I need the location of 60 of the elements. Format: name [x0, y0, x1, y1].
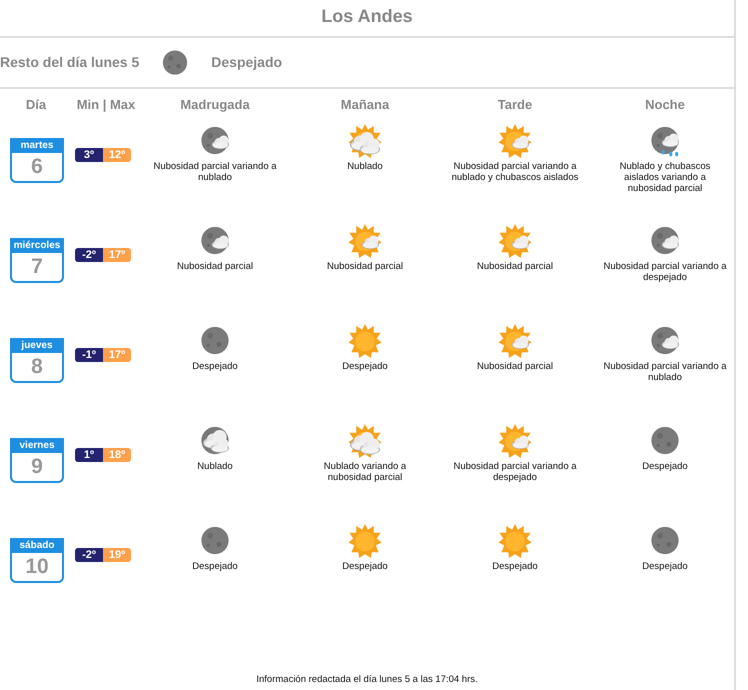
day-number: 9 [30, 454, 44, 480]
sun-cloud-icon [347, 222, 383, 258]
day-number: 7 [30, 254, 44, 280]
forecast-text: Despejado [191, 360, 239, 372]
min-temperature: -2º [75, 548, 103, 562]
sun-cloud-icon [497, 222, 533, 258]
rest-of-day-label: Resto del día lunes 5 [0, 53, 140, 72]
forecast-text: Nubosidad parcial variando a nublado [152, 160, 278, 182]
forecast-text: Nubosidad parcial [476, 360, 554, 372]
weekday-label: jueves [12, 338, 62, 352]
day-number: 6 [30, 154, 44, 180]
condition-text: Despejado [211, 53, 282, 72]
forecast-text: Nubosidad parcial [476, 260, 554, 272]
sun-cloud-icon [497, 122, 533, 158]
forecast-text: Nubosidad parcial [176, 260, 254, 272]
min-temperature: -2º [75, 248, 103, 262]
forecast-text: Nubosidad parcial [326, 260, 404, 272]
day-number: 8 [30, 354, 44, 380]
forecast-text: Nubosidad parcial variando a nublado y chubascos aislados [451, 160, 579, 182]
column-header: Día [24, 96, 48, 114]
weekday-label: viernes [12, 438, 62, 452]
page-title: Los Andes [320, 5, 414, 28]
column-header: Mañana [340, 96, 390, 114]
sun-cloud-icon [347, 422, 383, 458]
max-temperature: 12º [103, 148, 131, 162]
max-temperature: 19º [103, 548, 131, 562]
forecast-text: Nublado y chubascos aislados variando a nubosidad parcial [618, 160, 712, 194]
sun-cloud-icon [497, 322, 533, 358]
forecast-text: Despejado [641, 560, 689, 572]
sun-cloud-icon [497, 422, 533, 458]
column-header: Noche [644, 96, 686, 114]
min-temperature: -1º [75, 348, 103, 362]
min-temperature: 1º [75, 448, 103, 462]
min-temperature: 3º [75, 148, 103, 162]
forecast-text: Despejado [491, 560, 539, 572]
forecast-text: Nublado [346, 160, 384, 172]
forecast-text: Despejado [341, 360, 389, 372]
sun-icon [497, 522, 533, 558]
weekday-label: sábado [12, 538, 62, 552]
day-number: 10 [24, 554, 50, 580]
forecast-text: Nubosidad parcial variando a nublado [602, 360, 728, 382]
forecast-text: Nubosidad parcial variando a despejado [602, 260, 728, 282]
forecast-text: Despejado [341, 560, 389, 572]
sun-cloud-icon [347, 122, 383, 158]
forecast-text: Despejado [191, 560, 239, 572]
column-header: Madrugada [179, 96, 251, 114]
forecast-text: Nubosidad parcial variando a despejado [452, 460, 578, 482]
max-temperature: 18º [103, 448, 131, 462]
max-temperature: 17º [103, 248, 131, 262]
sun-icon [347, 322, 383, 358]
forecast-text: Nublado [196, 460, 234, 472]
weekday-label: martes [12, 138, 62, 152]
forecast-text: Despejado [641, 460, 689, 472]
sun-icon [347, 522, 383, 558]
footer-note: Información redactada el día lunes 5 a las 17:04 hrs. [255, 672, 479, 687]
column-header: Min | Max [76, 96, 136, 114]
forecast-text: Nublado variando a nubosidad parcial [322, 460, 408, 482]
max-temperature: 17º [103, 348, 131, 362]
weekday-label: miércoles [12, 238, 62, 252]
column-header: Tarde [496, 96, 534, 114]
